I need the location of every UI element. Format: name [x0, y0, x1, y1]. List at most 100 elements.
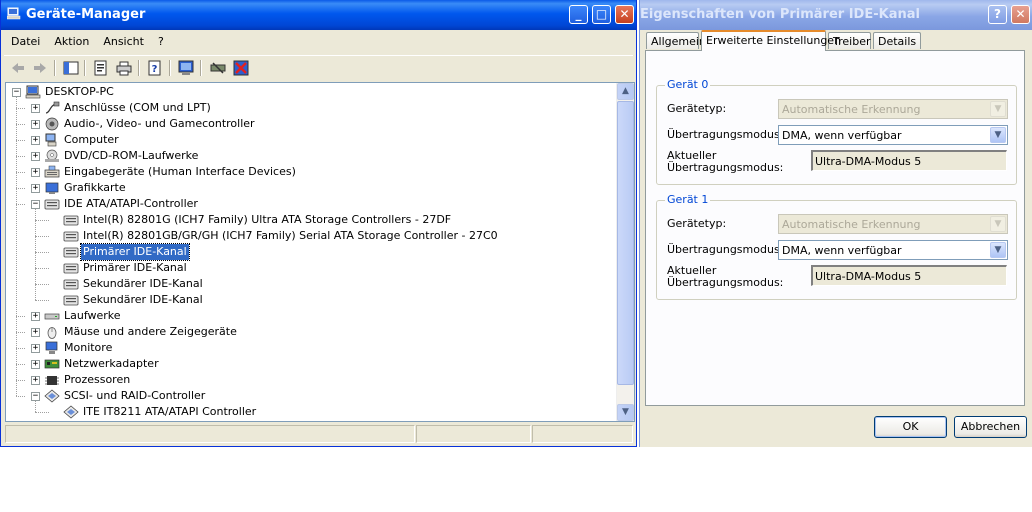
scroll-up-button[interactable]: ▲ [617, 83, 634, 100]
menu-ansicht[interactable]: Ansicht [96, 32, 151, 51]
tree-item-label: Anschlüsse (COM und LPT) [64, 101, 211, 114]
speaker-icon [45, 117, 59, 131]
device-tree-view[interactable]: − DESKTOP-PC + Anschlüsse (COM und LPT) + Aud… [5, 82, 635, 422]
expand-icon[interactable]: + [31, 328, 40, 337]
uninstall-device-icon[interactable] [232, 59, 250, 77]
back-arrow-icon[interactable] [9, 59, 27, 77]
cancel-button[interactable]: Abbrechen [954, 416, 1027, 438]
tree-connector-line [16, 316, 25, 317]
tree-item[interactable]: + Anschlüsse (COM und LPT) [6, 100, 617, 116]
scroll-down-button[interactable]: ▼ [617, 404, 634, 421]
scsi-controller-icon [63, 405, 79, 419]
help-button[interactable]: ? [988, 5, 1007, 24]
collapse-icon[interactable]: − [31, 392, 40, 401]
tree-item-label: Primärer IDE-Kanal [83, 261, 187, 274]
computer-icon [25, 85, 41, 99]
tree-item[interactable]: + DVD/CD-ROM-Laufwerke [6, 148, 617, 164]
tree-item[interactable]: + Laufwerke [6, 308, 617, 324]
tree-connector-line [16, 380, 25, 381]
expand-icon[interactable]: + [31, 360, 40, 369]
minimize-icon: _ [575, 7, 582, 21]
close-button[interactable]: ✕ [615, 5, 634, 24]
properties-dialog: Eigenschaften von Primärer IDE-Kanal ? ✕… [639, 0, 1032, 447]
device-manager-titlebar[interactable]: Geräte-Manager _ □ ✕ [1, 0, 636, 30]
tree-item[interactable]: + Mäuse und andere Zeigegeräte [6, 324, 617, 340]
tree-item[interactable]: Sekundärer IDE-Kanal [6, 292, 617, 308]
expand-icon[interactable]: + [31, 104, 40, 113]
mouse-icon [47, 327, 57, 339]
scsi-controller-icon [44, 389, 60, 403]
tree-item[interactable]: ITE IT8211 ATA/ATAPI Controller [6, 404, 617, 420]
menu-aktion[interactable]: Aktion [47, 32, 96, 51]
tab-details[interactable]: Details [873, 32, 921, 49]
maximize-icon: □ [595, 7, 608, 21]
tree-item[interactable]: − SCSI- und RAID-Controller [6, 388, 617, 404]
tree-item[interactable]: Sekundärer IDE-Kanal [6, 276, 617, 292]
device-manager-window: Geräte-Manager _ □ ✕ Datei Aktion Ansicht?… [0, 0, 637, 447]
tree-connector-line [35, 300, 49, 301]
tree-item[interactable]: + Eingabegeräte (Human Interface Devices) [6, 164, 617, 180]
question-mark-icon: ? [994, 7, 1001, 21]
expand-icon[interactable]: + [31, 136, 40, 145]
scan-hardware-icon[interactable] [177, 59, 195, 77]
device-1-transfer-mode-select[interactable]: DMA, wenn verfügbar ▼ [778, 240, 1008, 260]
device-0-group: Gerät 0 Gerätetyp: Automatische Erkennun… [656, 78, 1017, 185]
tree-item-label: Computer [64, 133, 119, 146]
tab-erweiterte-einstellungen[interactable]: Erweiterte Einstellungen [701, 30, 841, 51]
tree-item[interactable]: + Computer [6, 132, 617, 148]
tree-connector-line [35, 268, 49, 269]
tree-connector-line [16, 396, 25, 397]
ide-controller-icon [63, 263, 79, 274]
tree-item[interactable]: + Grafikkarte [6, 180, 617, 196]
status-pane-1 [5, 425, 415, 443]
device-0-transfer-mode-select[interactable]: DMA, wenn verfügbar ▼ [778, 125, 1008, 145]
expand-icon[interactable]: + [31, 152, 40, 161]
collapse-icon[interactable]: − [12, 88, 21, 97]
properties-icon[interactable] [92, 59, 110, 77]
expand-icon[interactable]: + [31, 376, 40, 385]
tree-item[interactable]: Primärer IDE-Kanal [6, 243, 617, 261]
tree-item-label: Mäuse und andere Zeigegeräte [64, 325, 237, 338]
device-1-group: Gerät 1 Gerätetyp: Automatische Erkennun… [656, 193, 1017, 300]
expand-icon[interactable]: + [31, 120, 40, 129]
expand-icon[interactable]: + [31, 312, 40, 321]
tree-item[interactable]: − IDE ATA/ATAPI-Controller [6, 196, 617, 212]
menu-datei[interactable]: Datei [4, 32, 47, 51]
show-hide-console-tree-icon[interactable] [62, 59, 80, 77]
print-icon[interactable] [115, 59, 133, 77]
forward-arrow-icon[interactable] [31, 59, 49, 77]
tree-item[interactable]: Intel(R) 82801GB/GR/GH (ICH7 Family) Ser… [6, 228, 617, 244]
tree-item-label: ITE IT8211 ATA/ATAPI Controller [83, 405, 257, 418]
vertical-scrollbar[interactable]: ▲ ▼ [616, 83, 634, 421]
chevron-down-icon: ▼ [990, 101, 1006, 117]
tree-item[interactable]: − DESKTOP-PC [6, 84, 617, 100]
toolbar: ? [4, 55, 633, 80]
scrollbar-thumb[interactable] [617, 101, 634, 385]
collapse-icon[interactable]: − [31, 200, 40, 209]
minimize-button[interactable]: _ [569, 5, 588, 24]
tree-item[interactable]: Primärer IDE-Kanal [6, 260, 617, 276]
expand-icon[interactable]: + [31, 344, 40, 353]
tree-item[interactable]: + Audio-, Video- und Gamecontroller [6, 116, 617, 132]
properties-titlebar[interactable]: Eigenschaften von Primärer IDE-Kanal ? ✕ [640, 0, 1032, 30]
device-type-label: Gerätetyp: [667, 102, 727, 115]
disable-device-icon[interactable] [209, 59, 227, 77]
ok-button[interactable]: OK [874, 416, 947, 438]
chevron-down-icon[interactable]: ▼ [990, 127, 1006, 143]
dialog-close-button[interactable]: ✕ [1011, 5, 1030, 24]
ide-controller-icon [63, 279, 79, 290]
expand-icon[interactable]: + [31, 168, 40, 177]
help-icon[interactable]: ? [146, 59, 164, 77]
maximize-button[interactable]: □ [592, 5, 611, 24]
tab-allgemein[interactable]: Allgemein [646, 32, 706, 49]
expand-icon[interactable]: + [31, 184, 40, 193]
tree-item[interactable]: + Netzwerkadapter [6, 356, 617, 372]
chevron-down-icon[interactable]: ▼ [990, 242, 1006, 258]
tree-item[interactable]: + Monitore [6, 340, 617, 356]
tree-item[interactable]: + Prozessoren [6, 372, 617, 388]
tree-item-label: Netzwerkadapter [64, 357, 159, 370]
tree-item[interactable]: Intel(R) 82801G (ICH7 Family) Ultra ATA … [6, 212, 617, 228]
tree-item-label-selected: Primärer IDE-Kanal [80, 243, 190, 261]
menu-help[interactable]: ? [151, 32, 171, 51]
processor-icon [45, 376, 59, 385]
